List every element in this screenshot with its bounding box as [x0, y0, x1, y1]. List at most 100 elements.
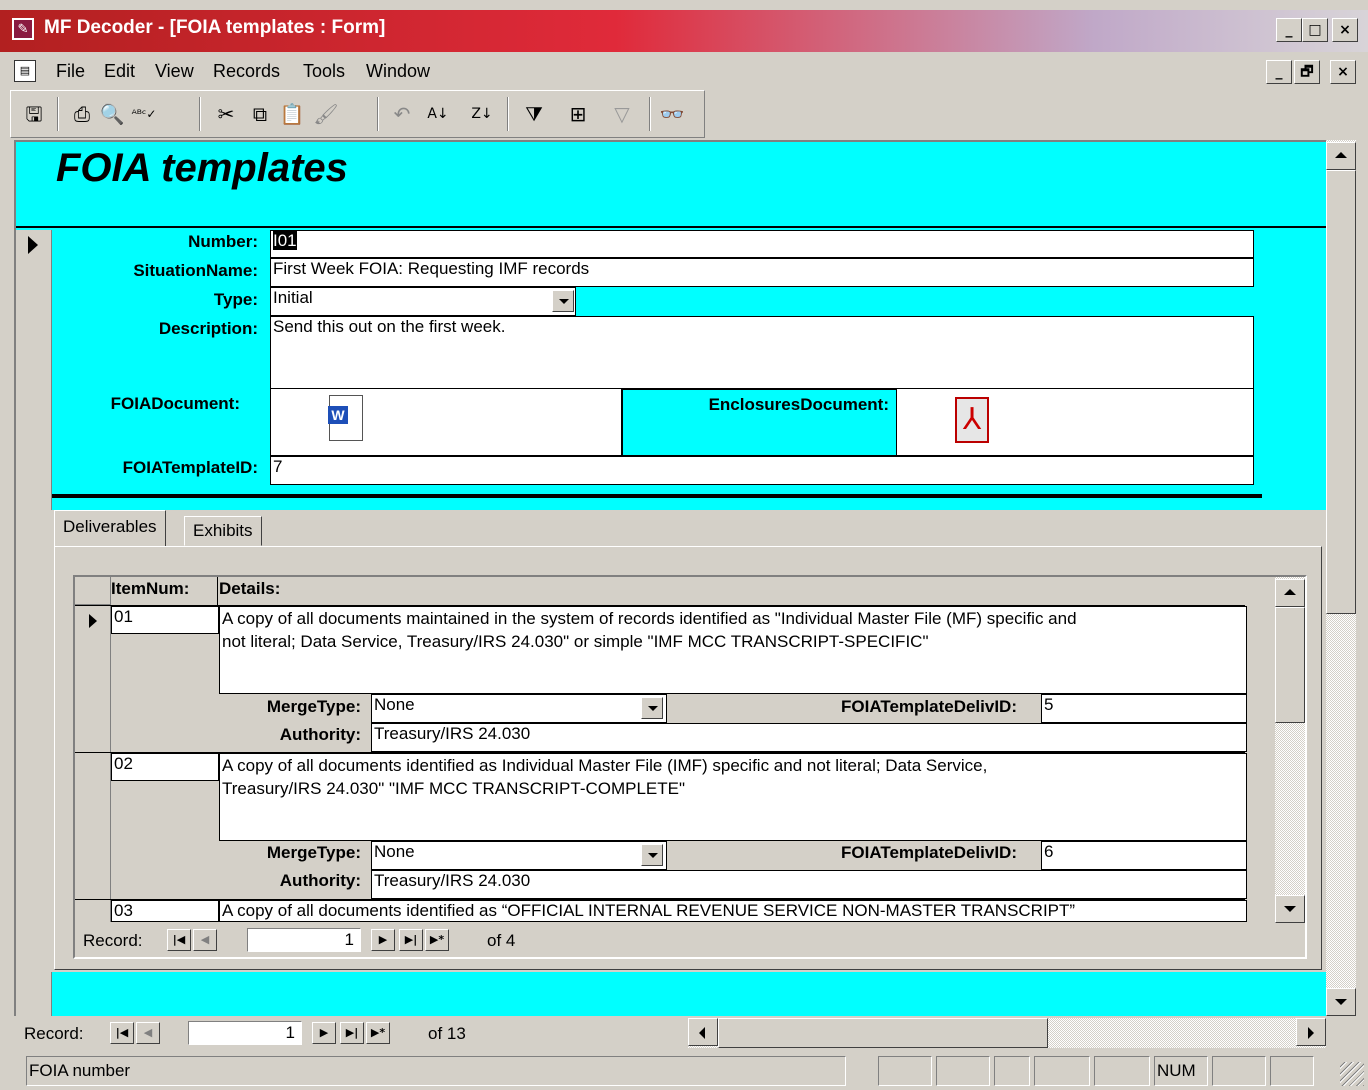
maximize-button[interactable]: □: [1302, 18, 1328, 42]
doc-close-button[interactable]: ×: [1330, 60, 1356, 84]
authority-field[interactable]: Treasury/IRS 24.030: [371, 723, 1247, 752]
word-document-icon: W: [328, 395, 363, 441]
subform-record-number-field[interactable]: 1: [247, 928, 361, 952]
foia-document-label: FOIADocument:: [110, 394, 240, 413]
toolbar: 🖫 ⎙ 🔍 ᴬᴮᶜ✓ ✂ ⧉ 📋 🖌 ↶ A↓ Z↓ ⧩ ⊞ ▽ 👓: [10, 90, 705, 138]
details-field[interactable]: A copy of all documents identified as “O…: [219, 900, 1247, 922]
sort-ascending-icon[interactable]: A↓: [423, 99, 453, 129]
deliv-id-label: FOIATemplateDelivID:: [840, 843, 1017, 862]
row-selector[interactable]: [75, 753, 111, 899]
horizontal-scroll-thumb[interactable]: [718, 1018, 1048, 1048]
cut-icon[interactable]: ✂: [211, 99, 241, 129]
record-selector[interactable]: [16, 230, 52, 1018]
template-id-label: FOIATemplateID:: [122, 458, 258, 477]
subform-last-record-button[interactable]: ▶|: [399, 929, 423, 951]
deliv-id-field[interactable]: 5: [1041, 694, 1247, 723]
deliv-id-field[interactable]: 6: [1041, 841, 1247, 870]
menu-window[interactable]: Window: [366, 61, 430, 82]
save-icon[interactable]: 🖫: [19, 99, 49, 129]
item-num-field[interactable]: 03: [111, 900, 219, 922]
item-num-field[interactable]: 01: [111, 606, 219, 634]
details-field[interactable]: A copy of all documents identified as In…: [219, 753, 1247, 841]
word-w-icon: W: [328, 406, 348, 424]
subform-new-record-button[interactable]: ▶*: [425, 929, 449, 951]
scroll-left-button[interactable]: [688, 1018, 718, 1046]
subform-scroll-down-button[interactable]: [1275, 895, 1305, 923]
deliv-id-label: FOIATemplateDelivID:: [840, 697, 1017, 716]
minimize-button[interactable]: _: [1276, 18, 1302, 42]
situation-field[interactable]: First Week FOIA: Requesting IMF records: [270, 258, 1254, 287]
type-label: Type:: [213, 290, 258, 309]
resize-grip-icon[interactable]: [1340, 1062, 1364, 1086]
authority-label: Authority:: [279, 871, 361, 890]
merge-type-dropdown-button[interactable]: [641, 844, 663, 866]
menu-view[interactable]: View: [155, 61, 194, 82]
status-panel: [1212, 1056, 1266, 1086]
format-painter-icon[interactable]: 🖌: [311, 99, 341, 129]
previous-record-button[interactable]: ◀: [136, 1022, 160, 1044]
paste-icon[interactable]: 📋: [277, 99, 307, 129]
sort-descending-icon[interactable]: Z↓: [467, 99, 497, 129]
form-scroll-down-button[interactable]: [1326, 988, 1356, 1016]
form-body: FOIA templates Number: I01 SituationName…: [14, 140, 1328, 1018]
foia-document-field[interactable]: W: [270, 388, 622, 456]
subform-previous-record-button[interactable]: ◀: [193, 929, 217, 951]
row-selector[interactable]: [75, 900, 111, 922]
section-divider: [52, 494, 1262, 498]
form-scroll-thumb[interactable]: [1326, 170, 1356, 614]
merge-type-dropdown-button[interactable]: [641, 697, 663, 719]
doc-restore-button[interactable]: 🗗: [1294, 60, 1320, 84]
enclosures-document-field[interactable]: ⅄: [896, 388, 1254, 456]
doc-minimize-button[interactable]: _: [1266, 60, 1292, 84]
tab-exhibits[interactable]: Exhibits: [184, 516, 262, 546]
print-icon[interactable]: ⎙: [67, 99, 97, 129]
subform-record-label: Record:: [83, 931, 143, 950]
menu-edit[interactable]: Edit: [104, 61, 135, 82]
subform-scroll-up-button[interactable]: [1275, 579, 1305, 607]
record-number-field[interactable]: 1: [188, 1021, 302, 1045]
number-field[interactable]: I01: [270, 230, 1254, 258]
merge-type-combo[interactable]: None: [371, 841, 667, 870]
apply-filter-icon[interactable]: ▽: [607, 99, 637, 129]
scroll-right-button[interactable]: [1296, 1018, 1326, 1046]
type-combo[interactable]: Initial: [270, 287, 576, 316]
status-panel: [1034, 1056, 1090, 1086]
new-record-button[interactable]: ▶*: [366, 1022, 390, 1044]
subform-next-record-button[interactable]: ▶: [371, 929, 395, 951]
itemnum-header: ItemNum:: [111, 579, 190, 598]
menu-file[interactable]: File: [56, 61, 85, 82]
last-record-button[interactable]: ▶|: [340, 1022, 364, 1044]
subform-first-record-button[interactable]: |◀: [167, 929, 191, 951]
find-icon[interactable]: 👓: [657, 99, 687, 129]
first-record-button[interactable]: |◀: [110, 1022, 134, 1044]
spelling-icon[interactable]: ᴬᴮᶜ✓: [129, 99, 159, 129]
status-panel: [936, 1056, 990, 1086]
merge-type-combo[interactable]: None: [371, 694, 667, 723]
menu-tools[interactable]: Tools: [303, 61, 345, 82]
status-text: FOIA number: [26, 1056, 846, 1086]
tab-deliverables[interactable]: Deliverables: [54, 510, 166, 546]
record-label: Record:: [24, 1024, 84, 1043]
subform-scroll-thumb[interactable]: [1275, 607, 1305, 723]
filter-by-form-icon[interactable]: ⊞: [563, 99, 593, 129]
undo-icon[interactable]: ↶: [387, 99, 417, 129]
form-doc-icon[interactable]: ▤: [14, 60, 36, 82]
filter-by-selection-icon[interactable]: ⧩: [519, 99, 549, 129]
menu-records[interactable]: Records: [213, 61, 280, 82]
close-button[interactable]: ×: [1332, 18, 1358, 42]
details-header: Details:: [219, 579, 281, 598]
template-id-field[interactable]: 7: [270, 456, 1254, 485]
type-dropdown-button[interactable]: [552, 290, 574, 312]
next-record-button[interactable]: ▶: [312, 1022, 336, 1044]
toolbar-separator: [199, 97, 201, 131]
row-selector[interactable]: [75, 606, 111, 752]
copy-icon[interactable]: ⧉: [245, 99, 275, 129]
details-field[interactable]: A copy of all documents maintained in th…: [219, 606, 1247, 694]
deliverables-subform: ItemNum: Details: 01 A copy of all docum…: [73, 575, 1307, 959]
authority-field[interactable]: Treasury/IRS 24.030: [371, 870, 1247, 899]
form-scroll-up-button[interactable]: [1326, 142, 1356, 170]
print-preview-icon[interactable]: 🔍: [97, 99, 127, 129]
description-field[interactable]: Send this out on the first week.: [270, 316, 1254, 390]
access-app-icon[interactable]: ✎: [12, 18, 34, 40]
item-num-field[interactable]: 02: [111, 753, 219, 781]
